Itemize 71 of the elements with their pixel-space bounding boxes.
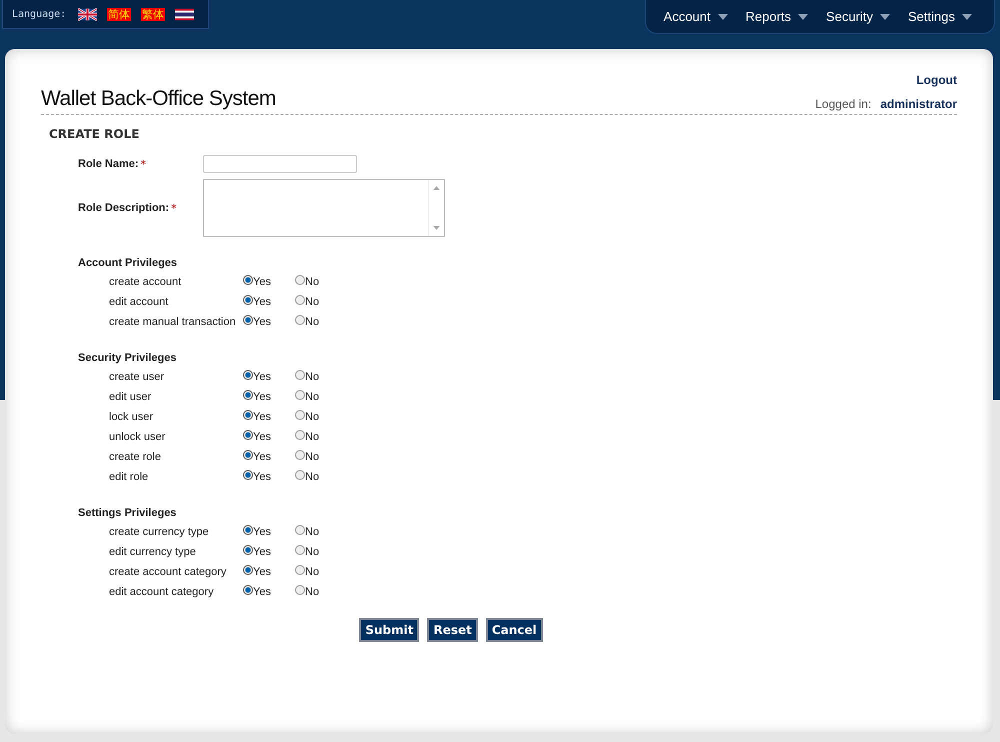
scroll-up-icon[interactable]	[433, 186, 440, 190]
radio-option[interactable]: Yes	[243, 586, 295, 598]
radio-option[interactable]: Yes	[243, 411, 295, 423]
required-mark: *	[140, 158, 146, 170]
caret-icon	[798, 14, 808, 20]
radio-option[interactable]: Yes	[243, 391, 295, 403]
radio-option[interactable]: No	[295, 526, 347, 538]
privilege-label: lock user	[109, 411, 154, 423]
username: administrator	[880, 97, 957, 111]
nav-menu-item[interactable]: Account	[664, 9, 728, 24]
radio-option[interactable]: Yes	[243, 471, 295, 483]
logged-in-label: Logged in:	[815, 97, 872, 111]
radio-option[interactable]: Yes	[243, 566, 295, 578]
nav-menu-item[interactable]: Settings	[908, 9, 972, 24]
section-heading: Account Privileges	[78, 257, 178, 269]
caret-icon	[880, 14, 890, 20]
radio-option[interactable]: No	[295, 316, 347, 328]
radio-option[interactable]: No	[295, 586, 347, 598]
radio-option[interactable]: No	[295, 371, 347, 383]
radio-option[interactable]: No	[295, 546, 347, 558]
language-link[interactable]: 繁体	[141, 8, 166, 20]
nav-menu-item[interactable]: Reports	[746, 9, 808, 24]
radio-option[interactable]: Yes	[243, 276, 295, 288]
privilege-label: create manual transaction	[109, 316, 237, 328]
privilege-label: edit account category	[109, 586, 215, 598]
caret-icon	[718, 14, 728, 20]
language-link[interactable]: 简体	[107, 8, 132, 20]
radio-option[interactable]: Yes	[243, 546, 295, 558]
radio-option[interactable]: No	[295, 296, 347, 308]
privilege-label: create user	[109, 371, 166, 383]
form-button[interactable]: Submit	[359, 618, 420, 642]
radio-option[interactable]: Yes	[243, 431, 295, 443]
radio-option[interactable]: No	[295, 451, 347, 463]
privilege-label: create account	[109, 276, 182, 288]
field-label: Role Description:	[78, 202, 170, 214]
privilege-label: edit account	[109, 296, 170, 308]
nav-menu-item[interactable]: Security	[826, 9, 890, 24]
logout-link[interactable]: Logout	[916, 73, 957, 87]
radio-option[interactable]: Yes	[243, 316, 295, 328]
radio-option[interactable]: Yes	[243, 451, 295, 463]
form-button[interactable]: Cancel	[486, 618, 543, 642]
scroll-down-icon[interactable]	[433, 226, 440, 230]
radio-option[interactable]: No	[295, 411, 347, 423]
section-heading: Settings Privileges	[78, 507, 178, 519]
radio-option[interactable]: No	[295, 391, 347, 403]
privilege-label: unlock user	[109, 431, 166, 443]
radio-option[interactable]: No	[295, 431, 347, 443]
privilege-label: edit user	[109, 391, 152, 403]
privilege-label: create role	[109, 451, 162, 463]
role-name-field[interactable]	[203, 155, 357, 173]
privilege-label: create currency type	[109, 526, 210, 538]
form-button[interactable]: Reset	[427, 618, 478, 642]
radio-option[interactable]: Yes	[243, 296, 295, 308]
radio-option[interactable]: Yes	[243, 371, 295, 383]
field-label: Role Name:	[78, 158, 139, 170]
thai-flag-icon[interactable]	[175, 8, 194, 20]
language-label: Language:	[12, 8, 66, 20]
section-heading: Security Privileges	[78, 352, 178, 364]
radio-option[interactable]: Yes	[243, 526, 295, 538]
privilege-label: create account category	[109, 566, 228, 578]
uk-flag-icon[interactable]	[78, 8, 98, 20]
form-title: CREATE ROLE	[49, 127, 140, 141]
radio-option[interactable]: No	[295, 471, 347, 483]
app-title: Wallet Back-Office System	[41, 87, 276, 111]
radio-option[interactable]: No	[295, 566, 347, 578]
required-mark: *	[171, 202, 177, 214]
privilege-label: edit currency type	[109, 546, 197, 558]
privilege-label: edit role	[109, 471, 150, 483]
radio-option[interactable]: No	[295, 276, 347, 288]
caret-icon	[962, 14, 972, 20]
role-description-field[interactable]	[203, 179, 445, 237]
